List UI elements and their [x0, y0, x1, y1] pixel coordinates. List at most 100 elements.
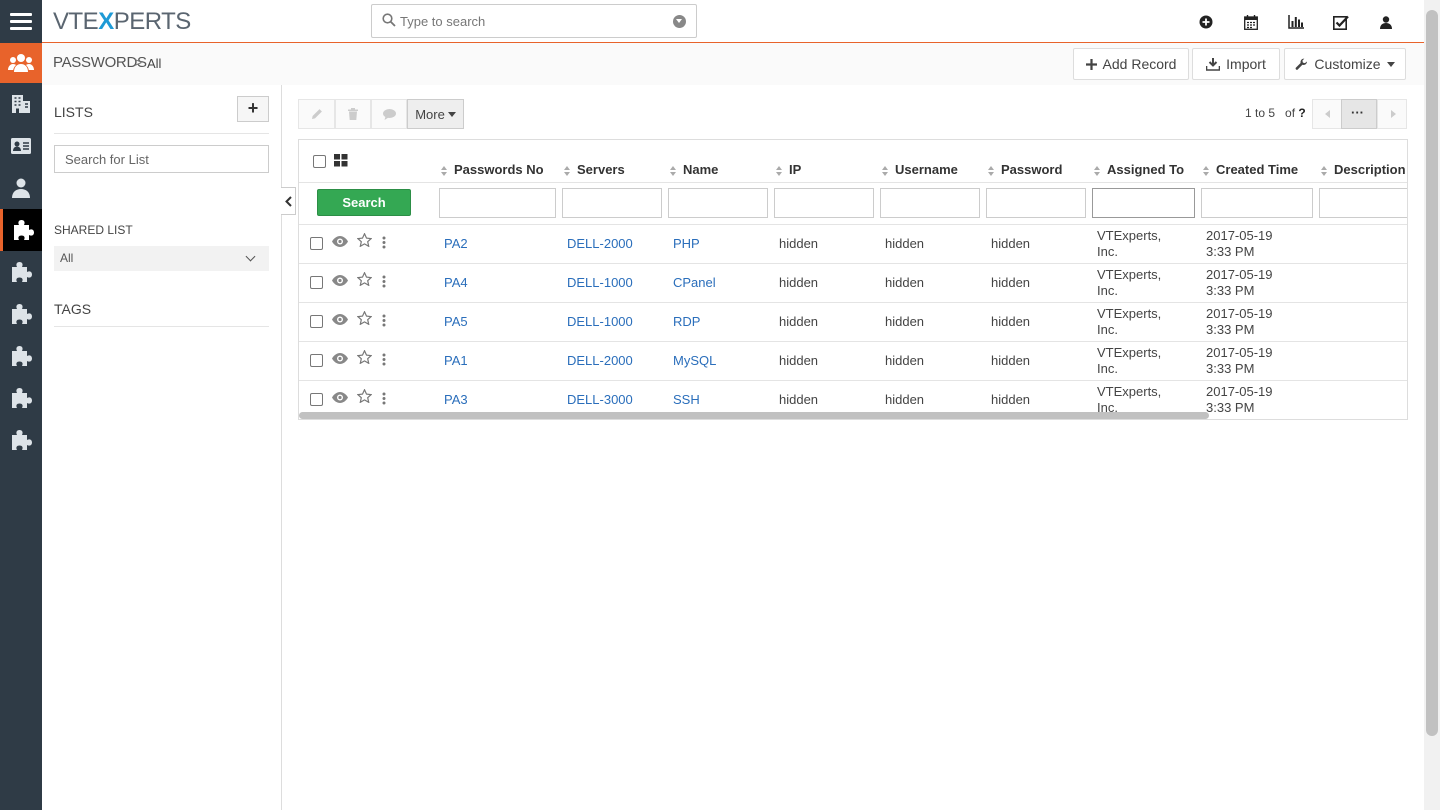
column-settings-grid-icon[interactable]: [334, 154, 348, 167]
eye-icon[interactable]: [332, 235, 348, 250]
cell-server[interactable]: DELL-2000: [567, 353, 633, 368]
kebab-menu-icon[interactable]: [382, 353, 386, 369]
import-button[interactable]: Import: [1192, 48, 1280, 80]
previous-page-button[interactable]: [1312, 99, 1342, 129]
filter-input-created-time[interactable]: [1201, 188, 1313, 218]
row-checkbox[interactable]: [310, 393, 323, 406]
add-record-button[interactable]: Add Record: [1073, 48, 1189, 80]
filter-input-assigned-to[interactable]: [1092, 188, 1195, 218]
star-icon[interactable]: [356, 349, 373, 367]
collapse-sidebar-button[interactable]: [281, 187, 296, 215]
star-icon[interactable]: [356, 310, 373, 328]
kebab-menu-icon[interactable]: [382, 236, 386, 252]
global-search-input[interactable]: [400, 11, 660, 31]
column-header-name[interactable]: Name: [670, 162, 718, 177]
cell-server[interactable]: DELL-2000: [567, 236, 633, 251]
column-header-passwords-no[interactable]: Passwords No: [441, 162, 544, 177]
shared-list-select[interactable]: All: [54, 246, 269, 271]
quick-create-plus-icon[interactable]: [1183, 12, 1228, 32]
table-row[interactable]: PA2 DELL-2000 PHP hidden hidden hidden VTExper…: [299, 225, 1407, 264]
add-list-button[interactable]: +: [237, 96, 269, 122]
calendar-icon[interactable]: [1228, 12, 1273, 32]
cell-passwords-no[interactable]: PA5: [444, 314, 468, 329]
reports-bar-chart-icon[interactable]: [1273, 12, 1318, 32]
scrollbar-thumb[interactable]: [1426, 10, 1438, 736]
organizations-building-icon[interactable]: [0, 83, 42, 125]
column-header-username[interactable]: Username: [882, 162, 958, 177]
list-search-input[interactable]: [54, 145, 269, 173]
person-icon[interactable]: [0, 167, 42, 209]
filter-input-username[interactable]: [880, 188, 980, 218]
kebab-menu-icon[interactable]: [382, 275, 386, 291]
column-header-servers[interactable]: Servers: [564, 162, 625, 177]
contact-card-icon[interactable]: [0, 125, 42, 167]
filter-input-passwords-no[interactable]: [439, 188, 556, 218]
pager-total[interactable]: ?: [1298, 106, 1305, 120]
extension-puzzle-icon[interactable]: [0, 419, 42, 461]
contacts-group-icon[interactable]: [0, 43, 42, 83]
page-vertical-scrollbar[interactable]: [1424, 0, 1440, 810]
cell-server[interactable]: DELL-3000: [567, 392, 633, 407]
table-row[interactable]: PA5 DELL-1000 RDP hidden hidden hidden VTExper…: [299, 303, 1407, 342]
cell-name[interactable]: SSH: [673, 392, 700, 407]
cell-name[interactable]: MySQL: [673, 353, 716, 368]
tasks-checkbox-icon[interactable]: [1318, 12, 1363, 32]
cell-server[interactable]: DELL-1000: [567, 275, 633, 290]
cell-passwords-no[interactable]: PA1: [444, 353, 468, 368]
edit-button[interactable]: [298, 99, 335, 129]
filter-input-description[interactable]: [1319, 188, 1407, 218]
column-header-ip[interactable]: IP: [776, 162, 801, 177]
page-jump-button[interactable]: ···: [1341, 99, 1377, 129]
column-header-description[interactable]: Description: [1321, 162, 1406, 177]
extension-puzzle-icon[interactable]: [0, 251, 42, 293]
star-icon[interactable]: [356, 232, 373, 250]
cell-name[interactable]: CPanel: [673, 275, 716, 290]
filter-search-button[interactable]: Search: [317, 189, 411, 216]
cell-server[interactable]: DELL-1000: [567, 314, 633, 329]
column-header-password[interactable]: Password: [988, 162, 1062, 177]
passwords-puzzle-icon[interactable]: [0, 209, 42, 251]
horizontal-scrollbar-thumb[interactable]: [299, 412, 1209, 419]
next-page-button[interactable]: [1377, 99, 1407, 129]
breadcrumb-view[interactable]: All: [147, 56, 161, 71]
vtexperts-logo[interactable]: VTEXPERTS: [53, 8, 191, 36]
breadcrumb-module[interactable]: PASSWORDS: [53, 54, 147, 71]
table-row[interactable]: PA4 DELL-1000 CPanel hidden hidden hidden VTEx…: [299, 264, 1407, 303]
cell-name[interactable]: PHP: [673, 236, 700, 251]
search-options-dropdown-icon[interactable]: [673, 15, 686, 28]
star-icon[interactable]: [356, 388, 373, 406]
cell-passwords-no[interactable]: PA2: [444, 236, 468, 251]
cell-passwords-no[interactable]: PA4: [444, 275, 468, 290]
column-header-created-time[interactable]: Created Time: [1203, 162, 1298, 177]
row-checkbox[interactable]: [310, 354, 323, 367]
more-actions-button[interactable]: More: [407, 99, 464, 129]
customize-button[interactable]: Customize: [1284, 48, 1406, 80]
cell-name[interactable]: RDP: [673, 314, 700, 329]
row-checkbox[interactable]: [310, 315, 323, 328]
comment-button[interactable]: [371, 99, 407, 129]
eye-icon[interactable]: [332, 274, 348, 289]
global-search[interactable]: [371, 4, 697, 38]
hamburger-menu-icon[interactable]: [0, 0, 42, 43]
filter-input-servers[interactable]: [562, 188, 662, 218]
filter-input-password[interactable]: [986, 188, 1086, 218]
row-checkbox[interactable]: [310, 237, 323, 250]
delete-button[interactable]: [335, 99, 371, 129]
kebab-menu-icon[interactable]: [382, 314, 386, 330]
user-profile-icon[interactable]: [1363, 12, 1408, 32]
extension-puzzle-icon[interactable]: [0, 335, 42, 377]
star-icon[interactable]: [356, 271, 373, 289]
eye-icon[interactable]: [332, 352, 348, 367]
row-checkbox[interactable]: [310, 276, 323, 289]
eye-icon[interactable]: [332, 391, 348, 406]
column-header-assigned-to[interactable]: Assigned To: [1094, 162, 1184, 177]
select-all-checkbox[interactable]: [313, 155, 326, 168]
filter-input-ip[interactable]: [774, 188, 874, 218]
extension-puzzle-icon[interactable]: [0, 293, 42, 335]
filter-input-name[interactable]: [668, 188, 768, 218]
extension-puzzle-icon[interactable]: [0, 377, 42, 419]
eye-icon[interactable]: [332, 313, 348, 328]
table-row[interactable]: PA1 DELL-2000 MySQL hidden hidden hidden VTExp…: [299, 342, 1407, 381]
cell-passwords-no[interactable]: PA3: [444, 392, 468, 407]
kebab-menu-icon[interactable]: [382, 392, 386, 408]
